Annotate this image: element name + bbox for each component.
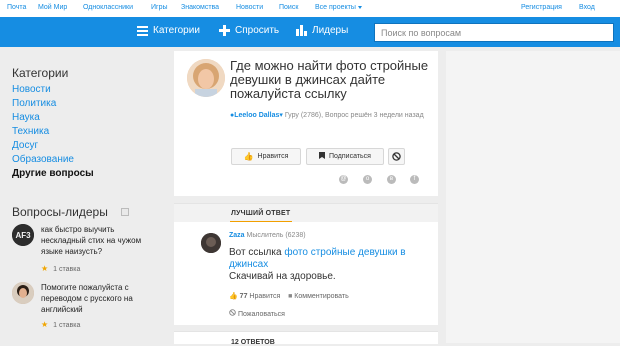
question-card: Где можно найти фото стройные девушки в … — [174, 51, 438, 196]
answer-actions: 👍 77 Нравится ■ Комментировать — [229, 292, 349, 300]
top-link-news[interactable]: Новости — [236, 4, 263, 11]
right-panel — [446, 51, 620, 343]
bar-chart-icon — [296, 25, 307, 36]
like-button[interactable]: 👍 Нравится — [231, 148, 301, 165]
categories-nav-label: Категории — [153, 25, 200, 36]
leaders-section-title: Вопросы-лидеры — [12, 205, 108, 219]
comment-label: Комментировать — [294, 293, 349, 300]
bookmark-icon — [319, 152, 326, 161]
register-link[interactable]: Регистрация — [521, 4, 562, 11]
avatar: AF3 — [12, 224, 34, 246]
sidebar: Категории Новости Политика Наука Техника Дос… — [12, 66, 162, 181]
subscribe-button[interactable]: Подписаться — [306, 148, 384, 165]
answer-meta: Zaza Мыслитель (6238) — [229, 232, 306, 239]
block-button[interactable] — [388, 148, 405, 165]
leader-question-text[interactable]: как быстро выучить нескладный стих на чу… — [41, 224, 161, 257]
comment-icon: ■ — [288, 293, 293, 300]
category-link[interactable]: Досуг — [12, 139, 162, 153]
list-icon — [137, 25, 148, 36]
top-link-mail[interactable]: Почта — [7, 4, 26, 11]
top-link-odnoklassniki[interactable]: Одноклассники — [83, 4, 133, 11]
share-facebook-icon[interactable]: f — [410, 175, 419, 184]
login-link[interactable]: Вход — [579, 4, 595, 11]
author-avatar[interactable] — [187, 59, 225, 97]
category-link[interactable]: Политика — [12, 97, 162, 111]
best-answer: Zaza Мыслитель (6238) Вот ссылка фото ст… — [174, 222, 438, 325]
question-meta: ●Leeloo Dallas▾ Гуру (2786), Вопрос решё… — [230, 109, 435, 122]
main-header: Категории Спросить Лидеры Поиск по вопро… — [0, 17, 620, 47]
star-icon: ★ — [41, 264, 49, 273]
share-mailru-icon[interactable]: @ — [339, 175, 348, 184]
answer-text: Вот ссылка фото стройные девушки в джинс… — [229, 247, 434, 283]
star-icon: ★ — [41, 320, 49, 329]
complain-button[interactable]: Пожаловаться — [229, 309, 285, 318]
collapse-toggle[interactable] — [121, 208, 129, 216]
best-answer-header: ЛУЧШИЙ ОТВЕТ — [174, 203, 438, 223]
top-link-my-world[interactable]: Мой Мир — [38, 4, 67, 11]
leaders-nav-label: Лидеры — [312, 25, 349, 36]
block-icon — [229, 309, 236, 316]
leader-question-text[interactable]: Помогите пожалуйста с переводом с русско… — [41, 282, 161, 315]
answer-like-label: Нравится — [249, 293, 281, 300]
top-link-dating[interactable]: Знакомства — [181, 4, 219, 11]
category-link[interactable]: Техника — [12, 125, 162, 139]
categories-nav-button[interactable]: Категории — [137, 25, 200, 36]
stake-count: 1 ставка — [53, 322, 81, 329]
category-link[interactable]: Образование — [12, 153, 162, 167]
category-link[interactable]: Другие вопросы — [12, 167, 162, 181]
complain-label: Пожаловаться — [237, 311, 285, 318]
answer-like-button[interactable]: 👍 77 Нравится — [229, 293, 280, 300]
best-answer-label: ЛУЧШИЙ ОТВЕТ — [231, 210, 291, 217]
answers-count-header: 12 ОТВЕТОВ — [174, 331, 438, 346]
share-ok-icon[interactable]: o — [363, 175, 372, 184]
answer-author-avatar[interactable] — [201, 233, 221, 253]
block-icon — [392, 152, 401, 161]
like-button-label: Нравится — [257, 153, 289, 160]
plus-icon — [219, 25, 230, 36]
answer-text-suffix: Скачивай на здоровье. — [229, 271, 336, 282]
top-utility-bar: Почта Мой Мир Одноклассники Игры Знакомс… — [0, 0, 620, 18]
search-input[interactable]: Поиск по вопросам — [374, 23, 614, 42]
ask-button[interactable]: Спросить — [219, 25, 279, 36]
answer-like-count: 77 — [239, 293, 248, 300]
question-author[interactable]: Leeloo Dallas — [234, 112, 279, 119]
sidebar-title: Категории — [12, 66, 69, 80]
stake-info: ★ 1 ставка — [41, 320, 80, 329]
comment-button[interactable]: ■ Комментировать — [288, 293, 349, 300]
thumbs-up-icon: 👍 — [229, 293, 238, 300]
category-link[interactable]: Наука — [12, 111, 162, 125]
answer-author-meta: Мыслитель (6238) — [246, 232, 306, 239]
avatar — [12, 282, 34, 304]
share-vk-icon[interactable]: в — [387, 175, 396, 184]
thumbs-up-icon: 👍 — [243, 152, 254, 161]
question-title: Где можно найти фото стройные девушки в … — [230, 58, 429, 101]
leaders-nav-button[interactable]: Лидеры — [296, 25, 348, 36]
author-meta-text: Гуру (2786), Вопрос решён 3 недели назад — [284, 112, 424, 119]
category-list: Новости Политика Наука Техника Досуг Образова… — [12, 83, 162, 181]
chevron-down-icon — [357, 5, 362, 9]
all-projects-dropdown[interactable]: Все проекты — [315, 4, 362, 11]
stake-count: 1 ставка — [53, 266, 81, 273]
avatar-lettering: AF3 — [15, 231, 31, 240]
answer-author[interactable]: Zaza — [229, 232, 245, 239]
top-link-search[interactable]: Поиск — [279, 4, 298, 11]
ask-label: Спросить — [235, 25, 280, 36]
category-link[interactable]: Новости — [12, 83, 162, 97]
subscribe-button-label: Подписаться — [329, 153, 371, 160]
answer-text-prefix: Вот ссылка — [229, 247, 282, 258]
leader-mark-icon: ▾ — [279, 112, 283, 119]
top-link-games[interactable]: Игры — [151, 4, 168, 11]
stake-info: ★ 1 ставка — [41, 264, 80, 273]
all-projects-label: Все проекты — [315, 4, 356, 11]
